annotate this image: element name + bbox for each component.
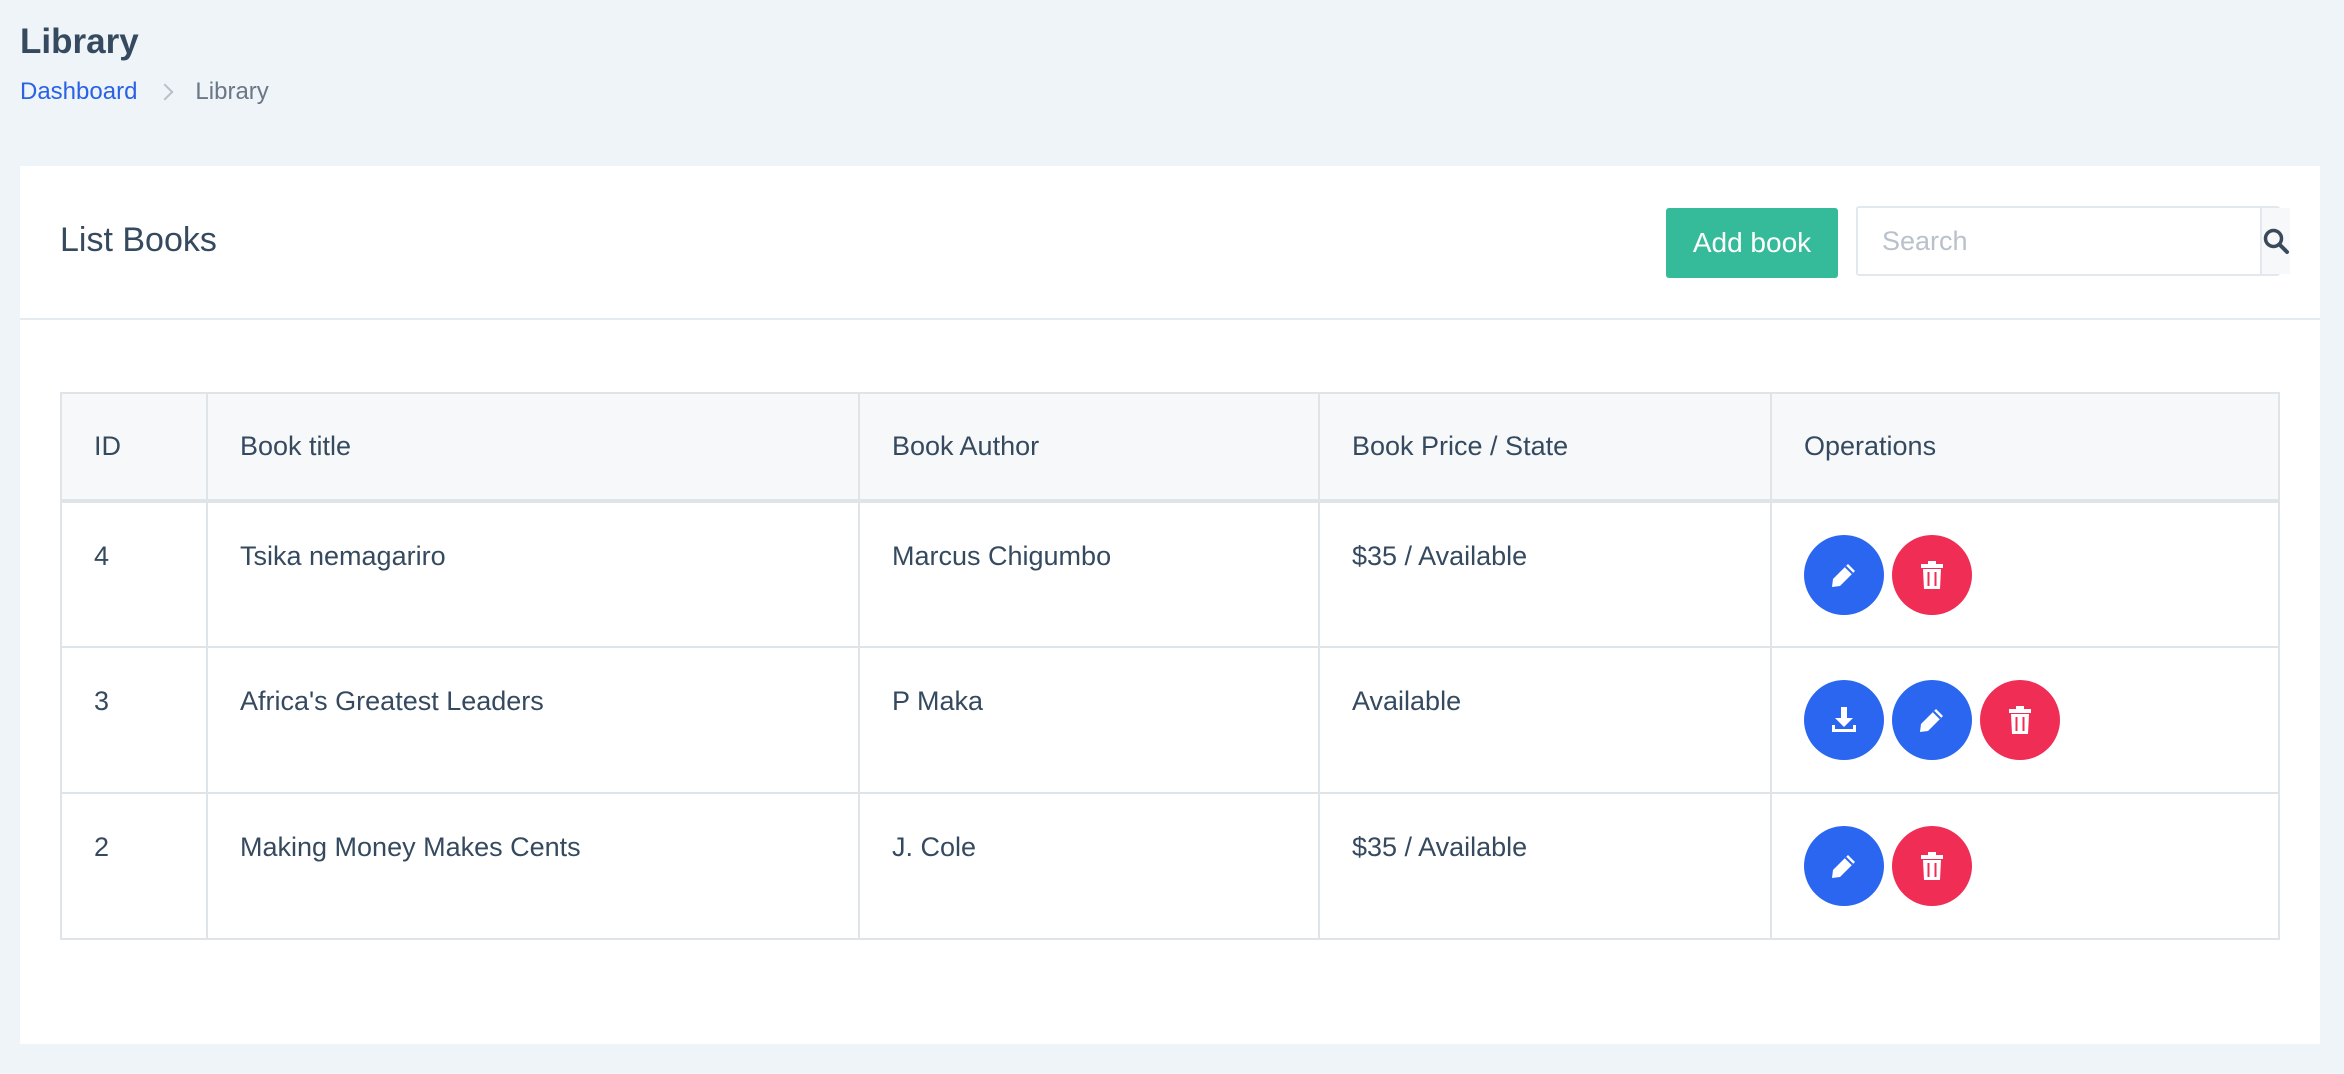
edit-button[interactable] (1892, 680, 1972, 760)
trash-icon (1921, 561, 1943, 589)
column-header-operations: Operations (1770, 392, 2280, 503)
column-header-author: Book Author (858, 392, 1320, 503)
cell-id: 2 (60, 792, 208, 940)
cell-price-state: $35 / Available (1318, 792, 1772, 940)
table-row: 4 Tsika nemagariro Marcus Chigumbo $35 /… (60, 500, 2280, 648)
cell-operations (1770, 646, 2280, 794)
search-button[interactable] (2260, 208, 2290, 274)
edit-button[interactable] (1804, 535, 1884, 615)
table-row: 2 Making Money Makes Cents J. Cole $35 /… (60, 792, 2280, 940)
search-input[interactable] (1858, 208, 2260, 274)
delete-button[interactable] (1892, 826, 1972, 906)
breadcrumb-dashboard-link[interactable]: Dashboard (20, 78, 137, 106)
column-header-title: Book title (206, 392, 860, 503)
pencil-icon (1832, 564, 1855, 587)
column-header-price-state: Book Price / State (1318, 392, 1772, 503)
card-title: List Books (60, 221, 217, 259)
breadcrumb: Dashboard Library (20, 78, 269, 106)
table-header-row: ID Book title Book Author Book Price / S… (60, 392, 2280, 503)
cell-id: 3 (60, 646, 208, 794)
breadcrumb-current: Library (195, 78, 269, 105)
books-card: List Books Add book ID Book title Book A… (20, 166, 2320, 1044)
cell-price-state: $35 / Available (1318, 500, 1772, 648)
download-icon (1832, 707, 1856, 732)
add-book-button[interactable]: Add book (1666, 208, 1838, 278)
page-title: Library (20, 22, 139, 61)
table-row: 3 Africa's Greatest Leaders P Maka Avail… (60, 646, 2280, 794)
cell-operations (1770, 500, 2280, 648)
download-button[interactable] (1804, 680, 1884, 760)
cell-price-state: Available (1318, 646, 1772, 794)
column-header-id: ID (60, 392, 208, 503)
cell-author: P Maka (858, 646, 1320, 794)
cell-title: Tsika nemagariro (206, 500, 860, 648)
delete-button[interactable] (1892, 535, 1972, 615)
delete-button[interactable] (1980, 680, 2060, 760)
trash-icon (2009, 706, 2031, 734)
chevron-right-icon (156, 83, 174, 101)
pencil-icon (1832, 855, 1855, 878)
search-group (1856, 206, 2290, 276)
cell-author: Marcus Chigumbo (858, 500, 1320, 648)
cell-title: Africa's Greatest Leaders (206, 646, 860, 794)
card-header: List Books Add book (20, 166, 2320, 320)
page-header: Library Dashboard Library (20, 22, 269, 106)
cell-id: 4 (60, 500, 208, 648)
cell-title: Making Money Makes Cents (206, 792, 860, 940)
cell-operations (1770, 792, 2280, 940)
cell-author: J. Cole (858, 792, 1320, 940)
search-icon (2263, 228, 2289, 254)
trash-icon (1921, 852, 1943, 880)
pencil-icon (1920, 709, 1943, 732)
edit-button[interactable] (1804, 826, 1884, 906)
books-table: ID Book title Book Author Book Price / S… (60, 392, 2280, 940)
